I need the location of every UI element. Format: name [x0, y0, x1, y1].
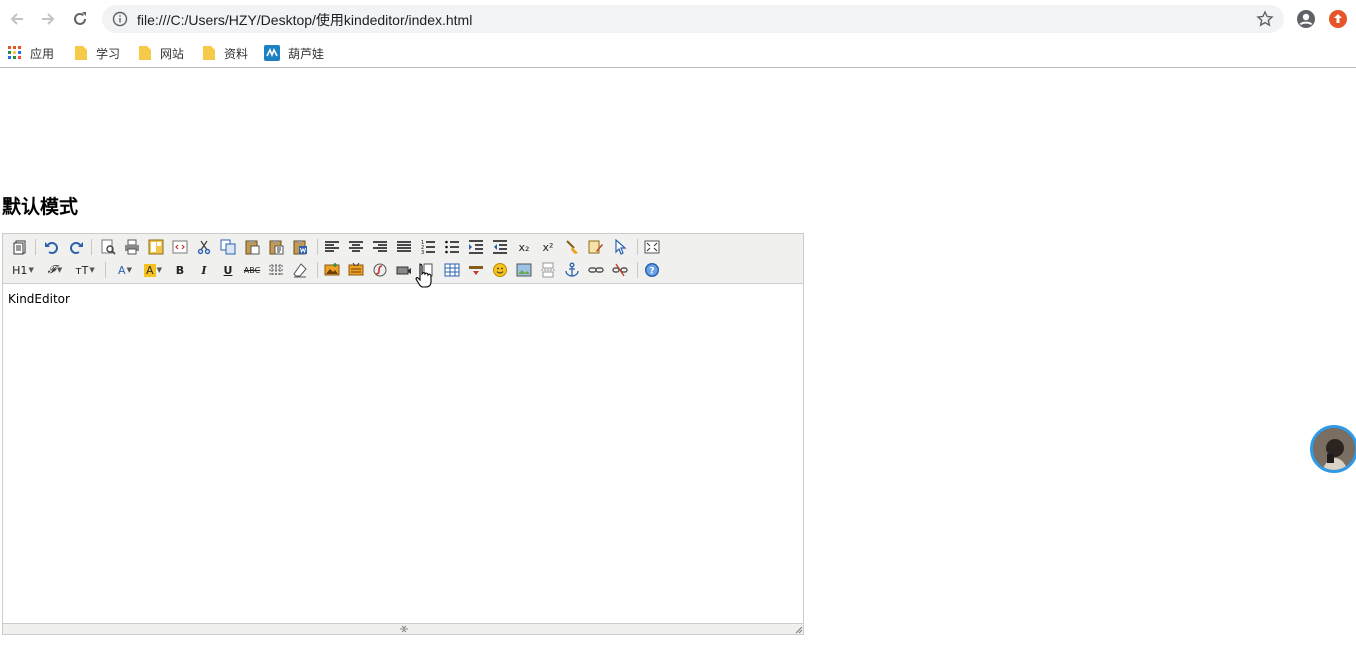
- bookmark-folder-sites[interactable]: 网站: [138, 43, 184, 63]
- editor-content-area[interactable]: KindEditor: [3, 284, 803, 623]
- redo-icon[interactable]: [67, 238, 85, 256]
- italic-button[interactable]: I: [195, 261, 213, 279]
- bold-button[interactable]: B: [171, 261, 189, 279]
- update-icon[interactable]: [1328, 9, 1348, 29]
- link-icon[interactable]: [587, 261, 605, 279]
- bookmark-huluwa[interactable]: 葫芦娃: [264, 43, 324, 63]
- superscript-button[interactable]: x²: [539, 238, 557, 256]
- paste-word-icon[interactable]: [291, 238, 309, 256]
- rich-text-editor: 123 x₂ x² H1 ▼ 𝓕 ▼ тT ▼ A ▼ A ▼ B I U ABC: [2, 233, 804, 635]
- multi-image-icon[interactable]: [347, 261, 365, 279]
- code-icon[interactable]: [171, 238, 189, 256]
- line-height-icon[interactable]: [267, 261, 285, 279]
- indent-icon[interactable]: [467, 238, 485, 256]
- floating-avatar[interactable]: [1310, 425, 1356, 473]
- anchor-icon[interactable]: [563, 261, 581, 279]
- align-center-icon[interactable]: [347, 238, 365, 256]
- back-arrow-icon[interactable]: [5, 7, 29, 31]
- ordered-list-icon[interactable]: 123: [419, 238, 437, 256]
- bookmark-folder-study[interactable]: 学习: [74, 43, 120, 63]
- page-title: 默认模式: [2, 196, 79, 218]
- forecolor-dropdown[interactable]: A ▼: [113, 261, 137, 279]
- copy-icon[interactable]: [219, 238, 237, 256]
- apps-grid-icon: [8, 46, 21, 59]
- table-icon[interactable]: [443, 261, 461, 279]
- bookmark-label: 葫芦娃: [288, 46, 325, 61]
- font-name-dropdown[interactable]: 𝓕 ▼: [43, 261, 67, 279]
- subscript-button[interactable]: x₂: [515, 238, 533, 256]
- bookmark-label: 学习: [96, 46, 121, 61]
- align-left-icon[interactable]: [323, 238, 341, 256]
- flash-icon[interactable]: [371, 261, 389, 279]
- paste-icon[interactable]: [243, 238, 261, 256]
- reload-icon[interactable]: [68, 7, 92, 31]
- strikethrough-button[interactable]: ABC: [243, 261, 261, 279]
- editor-text[interactable]: KindEditor: [8, 292, 70, 306]
- bookmark-label: 网站: [160, 46, 185, 61]
- browser-toolbar: file:///C:/Users/HZY/Desktop/使用kindedito…: [0, 0, 1356, 38]
- font-size-dropdown[interactable]: тT ▼: [73, 261, 97, 279]
- fullscreen-icon[interactable]: [643, 238, 661, 256]
- cut-icon[interactable]: [195, 238, 213, 256]
- bookmark-folder-materials[interactable]: 资料: [202, 43, 248, 63]
- folder-icon: [203, 46, 215, 60]
- underline-button[interactable]: U: [219, 261, 237, 279]
- clear-format-broom-icon[interactable]: [563, 238, 581, 256]
- emoticons-icon[interactable]: [491, 261, 509, 279]
- svg-text:?: ?: [649, 267, 654, 277]
- outdent-icon[interactable]: [491, 238, 509, 256]
- corner-resize-handle-icon[interactable]: [794, 625, 803, 634]
- editor-statusbar: [3, 623, 803, 634]
- bookmarks-bar: 应用 学习 网站 资料 葫芦娃: [0, 38, 1356, 68]
- site-logo-icon: [264, 45, 280, 61]
- url-text[interactable]: file:///C:/Users/HZY/Desktop/使用kindedito…: [137, 10, 472, 30]
- avatar-photo-icon: [1313, 428, 1355, 470]
- paste-plain-icon[interactable]: [267, 238, 285, 256]
- bookmark-label: 资料: [224, 46, 249, 61]
- media-icon[interactable]: [395, 261, 413, 279]
- hand-cursor-icon: [415, 263, 432, 288]
- pagebreak-icon[interactable]: [539, 261, 557, 279]
- bookmark-label: 应用: [30, 46, 55, 61]
- editor-toolbar: 123 x₂ x² H1 ▼ 𝓕 ▼ тT ▼ A ▼ A ▼ B I U ABC: [3, 234, 803, 284]
- image-icon[interactable]: [323, 261, 341, 279]
- resize-grip-icon[interactable]: [398, 625, 410, 634]
- svg-text:3: 3: [421, 250, 424, 255]
- folder-icon: [139, 46, 151, 60]
- forward-arrow-icon[interactable]: [36, 7, 60, 31]
- info-icon[interactable]: [112, 11, 128, 27]
- align-justify-icon[interactable]: [395, 238, 413, 256]
- source-code-icon[interactable]: [11, 238, 29, 256]
- baidu-map-icon[interactable]: [515, 261, 533, 279]
- undo-icon[interactable]: [43, 238, 61, 256]
- align-right-icon[interactable]: [371, 238, 389, 256]
- select-all-icon[interactable]: [611, 238, 629, 256]
- horizontal-rule-icon[interactable]: [467, 261, 485, 279]
- bookmark-apps[interactable]: 应用: [8, 43, 54, 63]
- account-icon[interactable]: [1296, 9, 1316, 29]
- quick-format-icon[interactable]: [587, 238, 605, 256]
- preview-icon[interactable]: [99, 238, 117, 256]
- print-icon[interactable]: [123, 238, 141, 256]
- remove-format-eraser-icon[interactable]: [291, 261, 309, 279]
- address-bar[interactable]: file:///C:/Users/HZY/Desktop/使用kindedito…: [102, 5, 1284, 33]
- unlink-icon[interactable]: [611, 261, 629, 279]
- bookmark-star-icon[interactable]: [1256, 10, 1274, 28]
- template-icon[interactable]: [147, 238, 165, 256]
- help-about-icon[interactable]: ?: [643, 261, 661, 279]
- hilitecolor-dropdown[interactable]: A ▼: [141, 261, 165, 279]
- heading-dropdown[interactable]: H1 ▼: [11, 261, 35, 279]
- folder-icon: [75, 46, 87, 60]
- unordered-list-icon[interactable]: [443, 238, 461, 256]
